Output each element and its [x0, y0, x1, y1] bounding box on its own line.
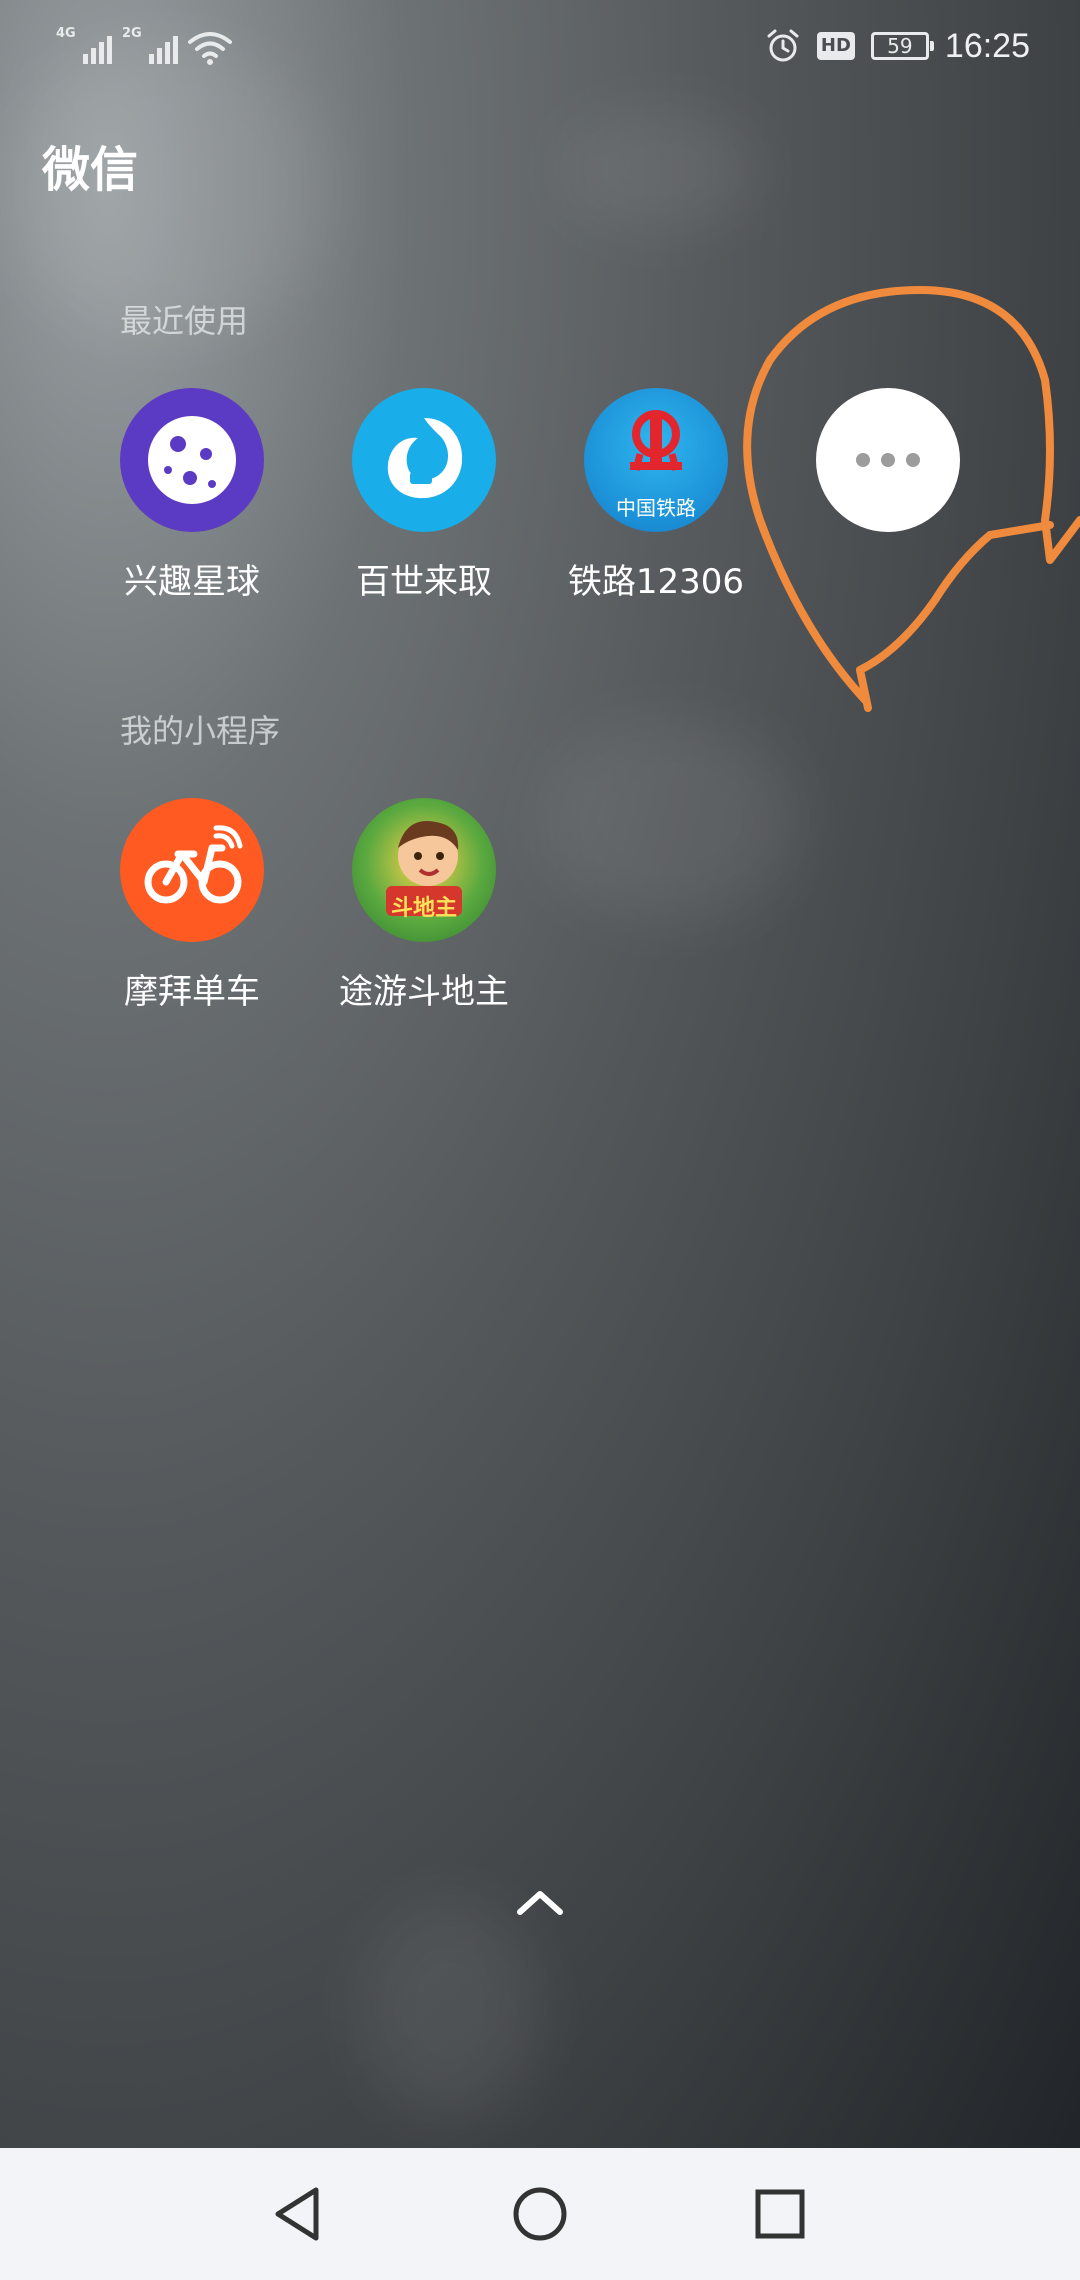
china-railway-icon: 中国铁路	[584, 388, 728, 532]
more-dots-icon	[816, 388, 960, 532]
page-title: 微信	[42, 142, 139, 198]
cellular-signal-2-icon: 2G	[122, 26, 178, 66]
mini-program-xingqu[interactable]: 兴趣星球	[82, 388, 302, 603]
courier-icon	[352, 388, 496, 532]
app-label: 兴趣星球	[124, 562, 260, 602]
home-circle-icon[interactable]	[504, 2178, 576, 2250]
more-button[interactable]	[778, 388, 998, 554]
cellular-signal-icon: 4G	[56, 26, 112, 66]
back-triangle-icon[interactable]	[262, 2178, 334, 2250]
battery-indicator: 59	[870, 32, 934, 60]
landlord-game-icon: 斗地主	[352, 798, 496, 942]
app-label: 百世来取	[356, 562, 492, 602]
game-icon-text: 斗地主	[390, 896, 457, 921]
recents-square-icon[interactable]	[744, 2178, 816, 2250]
railway-icon-text: 中国铁路	[616, 496, 696, 520]
app-label: 铁路12306	[567, 562, 745, 602]
alarm-icon	[767, 29, 799, 62]
mini-program-baishi[interactable]: 百世来取	[314, 388, 534, 603]
mini-program-mobike[interactable]: 摩拜单车	[82, 798, 302, 1013]
my-programs-section-label: 我的小程序	[120, 712, 281, 750]
hd-indicator: HD	[816, 32, 855, 60]
status-bar: 4G 2G HD 59 16:25	[0, 0, 1080, 92]
expand-up-icon[interactable]	[512, 1884, 568, 1920]
planet-icon	[120, 388, 264, 532]
wifi-icon	[188, 32, 232, 65]
recent-section-label: 最近使用	[120, 302, 249, 340]
network-type-4g: 4G	[56, 26, 76, 41]
app-label: 途游斗地主	[339, 972, 509, 1012]
bike-icon	[120, 798, 264, 942]
clock: 16:25	[944, 26, 1030, 65]
network-type-2g: 2G	[122, 26, 142, 41]
navigation-bar	[0, 2148, 1080, 2280]
app-label: 摩拜单车	[124, 972, 260, 1012]
annotation-scribble	[743, 286, 1080, 712]
mini-program-railway-12306[interactable]: 中国铁路 铁路12306	[546, 388, 766, 603]
mini-program-landlord-game[interactable]: 斗地主 途游斗地主	[314, 798, 534, 1013]
